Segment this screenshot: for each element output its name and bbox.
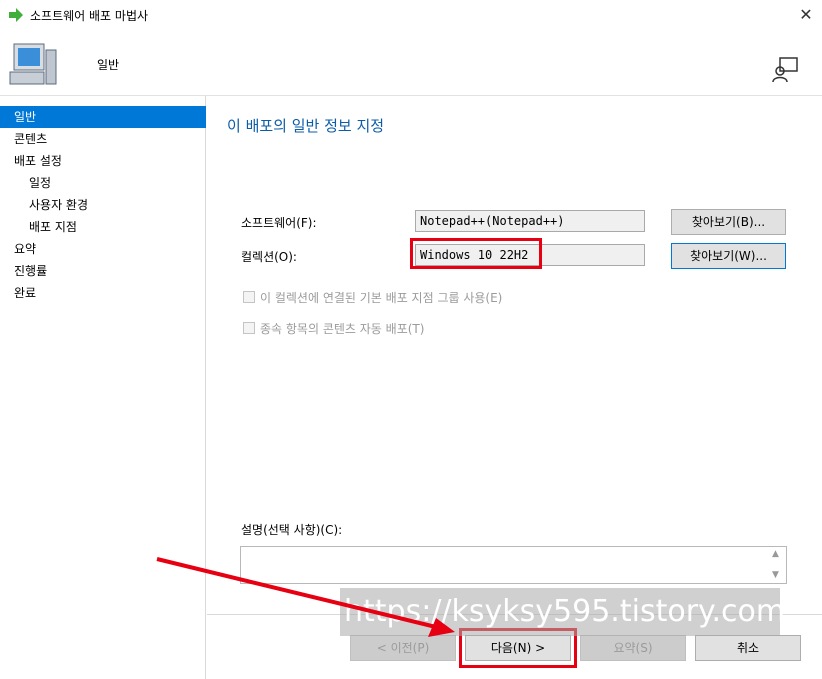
browse-software-button[interactable]: 찾아보기(B)... <box>671 209 786 235</box>
previous-button[interactable]: < 이전(P) <box>350 635 456 661</box>
scroll-down-icon[interactable]: ▼ <box>772 570 779 580</box>
software-label: 소프트웨어(F): <box>241 216 317 230</box>
software-field: Notepad++(Notepad++) <box>415 210 645 232</box>
sidebar-item-summary[interactable]: 요약 <box>0 238 206 260</box>
close-icon[interactable]: ✕ <box>799 5 812 24</box>
watermark: https://ksyksy595.tistory.com <box>340 588 785 636</box>
user-presentation-icon <box>772 57 798 83</box>
sidebar-item-schedule[interactable]: 일정 <box>0 172 206 194</box>
sidebar-item-progress[interactable]: 진행률 <box>0 260 206 282</box>
header-title: 일반 <box>97 58 120 72</box>
sidebar-item-content[interactable]: 콘텐츠 <box>0 128 206 150</box>
sidebar-item-deployment-settings[interactable]: 배포 설정 <box>0 150 206 172</box>
browse-collection-button[interactable]: 찾아보기(W)... <box>671 243 786 269</box>
description-label: 설명(선택 사항)(C): <box>241 523 343 537</box>
default-dp-group-checkbox[interactable] <box>243 291 255 303</box>
window-title: 소프트웨어 배포 마법사 <box>30 9 149 23</box>
page-heading: 이 배포의 일반 정보 지정 <box>227 117 385 135</box>
auto-distribute-label: 종속 항목의 콘텐츠 자동 배포(T) <box>260 322 425 336</box>
computer-icon <box>9 43 57 85</box>
highlight-box <box>410 238 542 269</box>
arrow-right-icon <box>9 8 23 22</box>
sidebar-item-user-experience[interactable]: 사용자 환경 <box>0 194 206 216</box>
close-button[interactable]: ✕ <box>796 5 816 25</box>
default-dp-group-label: 이 컬렉션에 연결된 기본 배포 지점 그룹 사용(E) <box>260 291 503 305</box>
auto-distribute-checkbox[interactable] <box>243 322 255 334</box>
collection-label: 컬렉션(O): <box>241 250 297 264</box>
cancel-button[interactable]: 취소 <box>695 635 801 661</box>
sidebar-item-completion[interactable]: 완료 <box>0 282 206 304</box>
sidebar-item-distribution-points[interactable]: 배포 지점 <box>0 216 206 238</box>
scroll-up-icon[interactable]: ▲ <box>772 549 779 559</box>
summary-button[interactable]: 요약(S) <box>580 635 686 661</box>
wizard-header <box>0 30 822 96</box>
sidebar-item-general[interactable]: 일반 <box>0 106 206 128</box>
description-textarea[interactable] <box>240 546 787 584</box>
